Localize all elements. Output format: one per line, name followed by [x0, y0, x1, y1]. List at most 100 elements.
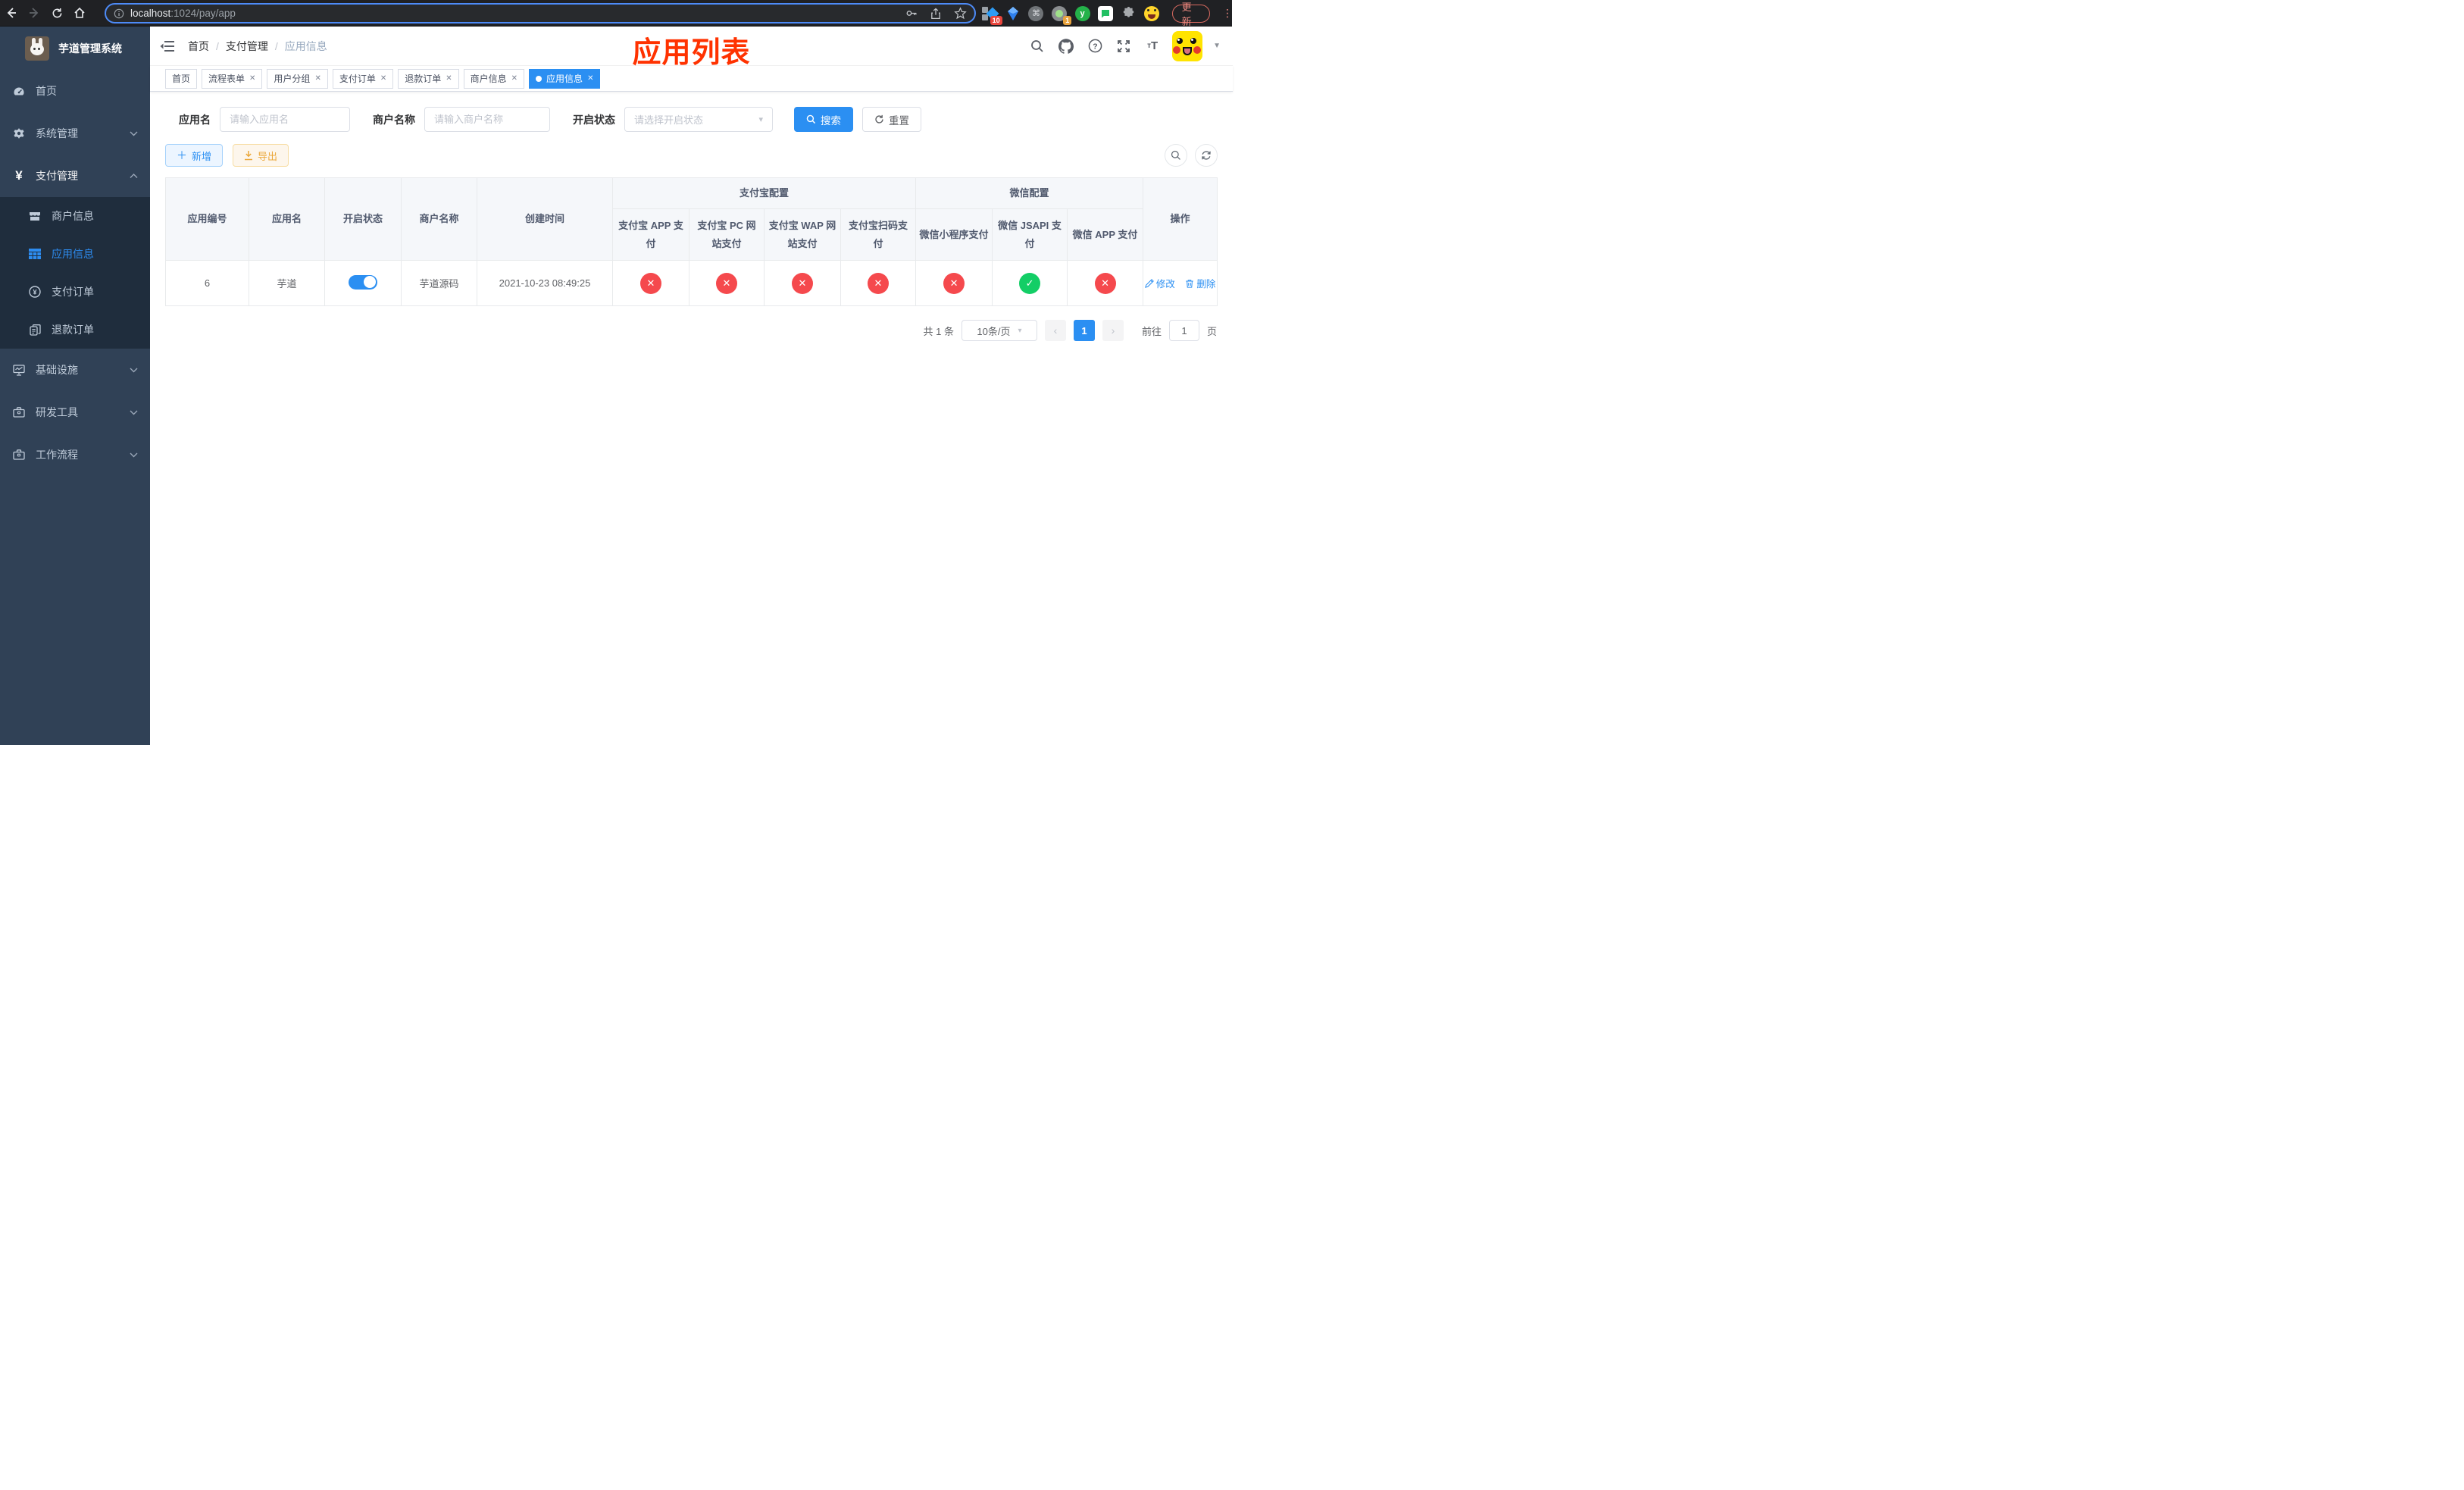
sidebar-item-infrastructure[interactable]: 基础设施: [0, 349, 150, 391]
reload-icon[interactable]: [45, 2, 68, 24]
breadcrumb-current: 应用信息: [284, 39, 327, 52]
github-icon[interactable]: [1057, 37, 1075, 55]
sidebar: 芋道管理系统 首页 系统管理 ¥ 支付管理 商户信息 应用信息 ¥ 支付订单 退…: [0, 27, 150, 745]
avatar-dropdown-caret-icon[interactable]: ▼: [1213, 42, 1221, 50]
refresh-icon[interactable]: [1195, 144, 1218, 167]
chevron-down-icon: [130, 368, 138, 373]
back-icon[interactable]: [0, 2, 23, 24]
close-icon[interactable]: ✕: [446, 74, 452, 83]
sidebar-item-refund-orders[interactable]: 退款订单: [0, 311, 150, 349]
tab-merchant-info[interactable]: 商户信息 ✕: [463, 68, 525, 89]
extension-blocker-icon[interactable]: 10: [982, 5, 1002, 25]
col-app-name: 应用名: [249, 177, 325, 261]
sidebar-item-pay-orders[interactable]: ¥ 支付订单: [0, 273, 150, 311]
sidebar-item-workflow[interactable]: 工作流程: [0, 434, 150, 476]
goto-label: 前往: [1141, 325, 1162, 337]
sidebar-item-system[interactable]: 系统管理: [0, 112, 150, 155]
sidebar-item-dev-tools[interactable]: 研发工具: [0, 391, 150, 434]
extension-y-icon[interactable]: y: [1074, 5, 1090, 22]
sidebar-collapse-icon[interactable]: [159, 38, 176, 55]
page-1-button[interactable]: 1: [1073, 320, 1095, 341]
tab-home[interactable]: 首页: [165, 68, 198, 89]
status-select[interactable]: 请选择开启状态 ▾: [624, 107, 773, 132]
add-button[interactable]: ＋ 新增: [165, 144, 224, 167]
sidebar-item-label: 基础设施: [36, 364, 78, 376]
col-alipay-wap: 支付宝 WAP 网站支付: [764, 208, 841, 261]
app-title: 芋道管理系统: [58, 42, 122, 55]
close-icon[interactable]: ✕: [314, 74, 321, 83]
table-grid-icon: [29, 248, 41, 260]
next-page-button[interactable]: ›: [1102, 320, 1124, 341]
goto-page-input[interactable]: [1168, 320, 1199, 341]
sidebar-item-merchant-info[interactable]: 商户信息: [0, 197, 150, 235]
col-wx-mini: 微信小程序支付: [915, 208, 993, 261]
sidebar-item-payment[interactable]: ¥ 支付管理: [0, 155, 150, 197]
plus-icon: ＋: [177, 149, 187, 161]
export-button[interactable]: 导出: [233, 144, 289, 167]
app-logo-row[interactable]: 芋道管理系统: [0, 27, 150, 70]
total-count: 共 1 条: [923, 325, 954, 337]
documents-icon: [29, 324, 41, 336]
reset-button[interactable]: 重置: [862, 107, 921, 132]
extension-puzzle-icon[interactable]: [1121, 5, 1137, 22]
apps-table: 应用编号 应用名 开启状态 商户名称 创建时间 支付宝配置 微信配置 操作 支付…: [165, 177, 1218, 306]
merchant-name-label: 商户名称: [373, 113, 415, 126]
fullscreen-icon[interactable]: [1115, 37, 1133, 55]
page-size-select[interactable]: 10条/页 ▾: [961, 320, 1037, 341]
forward-icon[interactable]: [23, 2, 45, 24]
merchant-name-input[interactable]: [424, 107, 550, 132]
help-icon[interactable]: ?: [1086, 37, 1104, 55]
tab-app-info[interactable]: 应用信息 ✕: [529, 68, 601, 89]
extension-command-icon[interactable]: ⌘: [1028, 5, 1044, 22]
status-toggle[interactable]: [349, 274, 377, 290]
col-alipay-qr: 支付宝扫码支付: [840, 208, 917, 261]
extension-gem-icon[interactable]: [1005, 5, 1021, 22]
sidebar-item-label: 系统管理: [36, 127, 78, 139]
sidebar-item-app-info[interactable]: 应用信息: [0, 235, 150, 273]
col-merchant: 商户名称: [401, 177, 477, 261]
extension-emoji-icon[interactable]: [1144, 5, 1160, 22]
monitor-chart-icon: [13, 364, 25, 376]
app-name-input[interactable]: [220, 107, 350, 132]
password-key-icon[interactable]: [905, 7, 918, 20]
channel-status-icon: [868, 272, 889, 294]
sidebar-item-label: 研发工具: [36, 406, 78, 418]
tab-refund-orders[interactable]: 退款订单 ✕: [398, 68, 459, 89]
url-text: localhost:1024/pay/app: [130, 8, 236, 19]
close-icon[interactable]: ✕: [249, 74, 255, 83]
search-button[interactable]: 搜索: [794, 107, 853, 132]
browser-menu-icon[interactable]: ⋮: [1222, 7, 1233, 20]
prev-page-button[interactable]: ‹: [1044, 320, 1066, 341]
col-app-id: 应用编号: [165, 177, 249, 261]
toggle-search-icon[interactable]: [1165, 144, 1188, 167]
font-size-icon[interactable]: тT: [1143, 37, 1162, 55]
close-icon[interactable]: ✕: [587, 74, 593, 83]
col-group-alipay: 支付宝配置: [611, 177, 917, 209]
edit-button[interactable]: 修改: [1144, 276, 1175, 290]
header-search-icon[interactable]: [1028, 37, 1046, 55]
address-bar[interactable]: localhost:1024/pay/app: [105, 3, 976, 23]
share-icon[interactable]: [930, 8, 942, 20]
site-info-icon[interactable]: [114, 8, 124, 19]
tab-pay-orders[interactable]: 支付订单 ✕: [332, 68, 394, 89]
delete-button[interactable]: 删除: [1185, 276, 1215, 290]
page-unit-label: 页: [1206, 325, 1217, 337]
close-icon[interactable]: ✕: [511, 74, 518, 83]
chrome-update-button[interactable]: 更新: [1171, 2, 1210, 27]
sidebar-item-home[interactable]: 首页: [0, 70, 150, 112]
user-avatar[interactable]: [1172, 30, 1203, 61]
tab-process-form[interactable]: 流程表单 ✕: [202, 68, 263, 89]
channel-status-icon: [1019, 272, 1041, 294]
home-icon[interactable]: [68, 2, 91, 24]
breadcrumb-home[interactable]: 首页: [188, 39, 209, 54]
cell-actions: 修改 删除: [1143, 260, 1218, 306]
breadcrumb-payment[interactable]: 支付管理: [226, 39, 268, 54]
filter-form: 应用名 商户名称 开启状态 请选择开启状态 ▾ 搜索 重置: [165, 107, 1218, 132]
tab-user-group[interactable]: 用户分组 ✕: [267, 68, 328, 89]
bookmark-star-icon[interactable]: [954, 7, 967, 20]
extension-recorder-icon[interactable]: 1: [1052, 5, 1072, 25]
extension-chat-icon[interactable]: [1098, 5, 1114, 22]
close-icon[interactable]: ✕: [380, 74, 386, 83]
yen-icon: ¥: [15, 168, 23, 183]
yen-circle-icon: ¥: [29, 286, 41, 298]
